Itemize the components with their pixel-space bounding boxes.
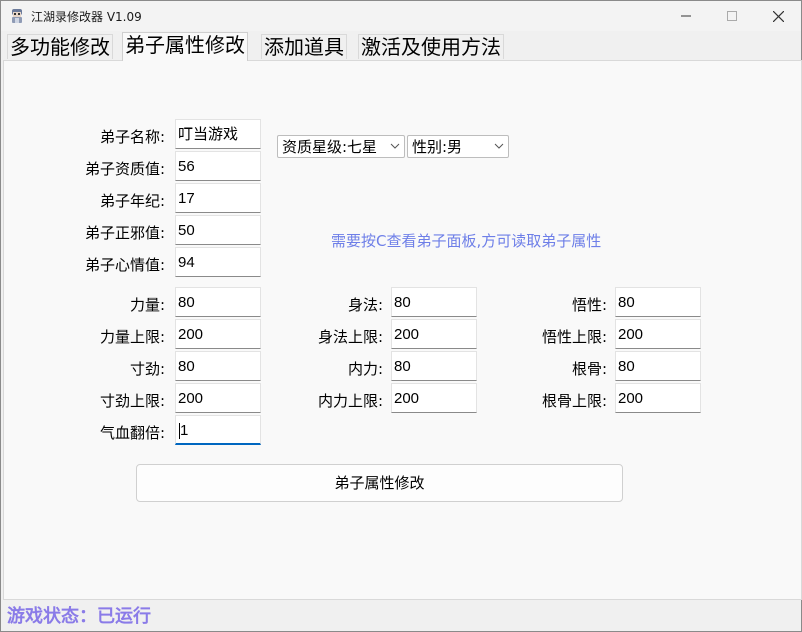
cunjin-max-label: 寸劲上限: bbox=[99, 392, 165, 410]
inner-power-max-field[interactable]: 200 bbox=[391, 383, 477, 413]
agility-max-label: 身法上限: bbox=[317, 328, 383, 346]
close-button[interactable] bbox=[755, 1, 801, 31]
disciple-morality-label: 弟子正邪值: bbox=[84, 224, 165, 242]
maximize-icon bbox=[727, 11, 737, 21]
strength-field[interactable]: 80 bbox=[175, 287, 261, 317]
inner-power-label: 内力: bbox=[347, 360, 383, 378]
disciple-age-label: 弟子年纪: bbox=[99, 192, 165, 210]
disciple-morality-field[interactable]: 50 bbox=[175, 215, 261, 245]
disciple-aptitude-label: 弟子资质值: bbox=[84, 160, 165, 178]
disciple-age-field[interactable]: 17 bbox=[175, 183, 261, 213]
gender-select[interactable]: 性别:男 bbox=[407, 135, 509, 158]
agility-max-field[interactable]: 200 bbox=[391, 319, 477, 349]
bone-max-label: 根骨上限: bbox=[541, 392, 607, 410]
app-window: 江湖录修改器 V1.09 多功能修改 弟子属性修改 添加道具 激活及使用方法 弟… bbox=[0, 0, 802, 632]
character-sprite-icon bbox=[12, 9, 22, 23]
read-attributes-hint: 需要按C查看弟子面板,方可读取弟子属性 bbox=[331, 232, 602, 250]
inner-power-field[interactable]: 80 bbox=[391, 351, 477, 381]
strength-label: 力量: bbox=[129, 296, 165, 314]
minimize-button[interactable] bbox=[663, 1, 709, 31]
tab-multi-modify[interactable]: 多功能修改 bbox=[7, 34, 113, 59]
chevron-down-icon bbox=[390, 143, 400, 149]
tab-disciple-attributes[interactable]: 弟子属性修改 bbox=[122, 32, 248, 61]
quality-star-value: 资质星级:七星 bbox=[282, 138, 378, 156]
bone-label: 根骨: bbox=[571, 360, 607, 378]
wisdom-field[interactable]: 80 bbox=[615, 287, 701, 317]
cunjin-label: 寸劲: bbox=[129, 360, 165, 378]
bone-max-field[interactable]: 200 bbox=[615, 383, 701, 413]
hp-multiplier-field[interactable]: 1 bbox=[175, 415, 261, 445]
apply-disciple-attributes-button[interactable]: 弟子属性修改 bbox=[136, 464, 623, 502]
chevron-down-icon bbox=[494, 143, 504, 149]
agility-field[interactable]: 80 bbox=[391, 287, 477, 317]
cunjin-field[interactable]: 80 bbox=[175, 351, 261, 381]
title-bar[interactable]: 江湖录修改器 V1.09 bbox=[1, 1, 801, 31]
game-status-text: 游戏状态：已运行 bbox=[7, 606, 151, 627]
wisdom-max-field[interactable]: 200 bbox=[615, 319, 701, 349]
strength-max-field[interactable]: 200 bbox=[175, 319, 261, 349]
disciple-mood-field[interactable]: 94 bbox=[175, 247, 261, 277]
wisdom-label: 悟性: bbox=[571, 296, 607, 314]
disciple-name-field[interactable]: 叮当游戏 bbox=[175, 119, 261, 149]
maximize-button[interactable] bbox=[709, 1, 755, 31]
close-icon bbox=[772, 10, 784, 22]
inner-power-max-label: 内力上限: bbox=[317, 392, 383, 410]
cunjin-max-field[interactable]: 200 bbox=[175, 383, 261, 413]
tab-activation-help[interactable]: 激活及使用方法 bbox=[358, 34, 504, 59]
gender-value: 性别:男 bbox=[412, 138, 463, 156]
minimize-icon bbox=[681, 15, 691, 17]
window-title: 江湖录修改器 V1.09 bbox=[31, 10, 142, 24]
tab-add-items[interactable]: 添加道具 bbox=[261, 34, 347, 59]
hp-multiplier-label: 气血翻倍: bbox=[99, 424, 165, 442]
hp-multiplier-value: 1 bbox=[180, 422, 189, 439]
disciple-mood-label: 弟子心情值: bbox=[84, 256, 165, 274]
quality-star-select[interactable]: 资质星级:七星 bbox=[277, 135, 405, 158]
agility-label: 身法: bbox=[347, 296, 383, 314]
disciple-aptitude-field[interactable]: 56 bbox=[175, 151, 261, 181]
wisdom-max-label: 悟性上限: bbox=[541, 328, 607, 346]
disciple-name-label: 弟子名称: bbox=[99, 128, 165, 146]
bone-field[interactable]: 80 bbox=[615, 351, 701, 381]
strength-max-label: 力量上限: bbox=[99, 328, 165, 346]
